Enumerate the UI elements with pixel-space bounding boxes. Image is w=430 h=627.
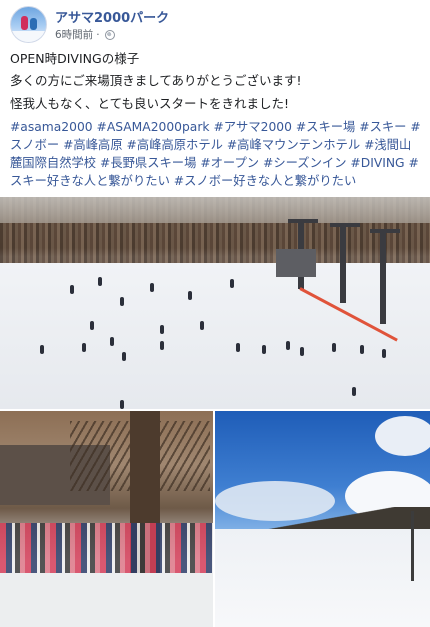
post-line-3: 怪我人もなく、とても良いスタートをきれました! xyxy=(10,96,290,111)
skier xyxy=(160,341,164,350)
hashtag-link[interactable]: #高峰高原ホテル xyxy=(127,138,223,152)
skier xyxy=(188,291,192,300)
skier xyxy=(90,321,94,330)
skier xyxy=(352,387,356,396)
skier xyxy=(300,347,304,356)
skier xyxy=(70,285,74,294)
skier xyxy=(120,297,124,306)
post-line-2: 多くの方にご来場頂きましてありがとうございます! xyxy=(10,73,302,88)
photo-blue-sky-slope[interactable] xyxy=(215,411,430,627)
hashtag-link[interactable]: #ASAMA2000park xyxy=(97,120,210,134)
hashtag-link[interactable]: #スキー場 xyxy=(296,120,356,134)
hashtag-link[interactable]: #高峰高原 xyxy=(63,138,123,152)
hashtag-link[interactable]: #長野県スキー場 xyxy=(100,156,196,170)
hashtag-link[interactable]: #シーズンイン xyxy=(263,156,346,170)
skier xyxy=(230,279,234,288)
skier xyxy=(236,343,240,352)
avatar-snow xyxy=(11,31,46,42)
hashtag-link[interactable]: #オープン xyxy=(200,156,259,170)
skier xyxy=(286,341,290,350)
lift-station xyxy=(276,249,316,277)
hashtag-link[interactable]: #asama2000 xyxy=(10,120,93,134)
photo-ski-slope[interactable] xyxy=(0,197,430,409)
skier xyxy=(332,343,336,352)
hashtag-list: #asama2000 #ASAMA2000park #アサマ2000 #スキー場… xyxy=(10,118,422,190)
lift-crossbar xyxy=(370,229,400,233)
separator-dot: · xyxy=(96,28,100,41)
photo-lodge-crowd[interactable] xyxy=(0,411,213,627)
skier xyxy=(160,325,164,334)
skier xyxy=(82,343,86,352)
avatar-figure-2 xyxy=(30,18,37,30)
page-avatar[interactable] xyxy=(10,6,47,43)
skier xyxy=(40,345,44,354)
lift-tower xyxy=(380,229,386,324)
lift-crossbar xyxy=(330,223,360,227)
skier xyxy=(200,321,204,330)
hashtag-link[interactable]: #スキー xyxy=(359,120,406,134)
avatar-figure-1 xyxy=(21,16,28,30)
post-meta: 6時間前 · xyxy=(55,27,115,42)
post-header: アサマ2000パーク 6時間前 · xyxy=(10,6,420,46)
hashtag-link[interactable]: #アサマ2000 xyxy=(213,120,292,134)
skier xyxy=(382,349,386,358)
facebook-post: アサマ2000パーク 6時間前 · OPEN時DIVINGの様子 多くの方にご来… xyxy=(0,0,430,627)
hashtag-link[interactable]: #高峰マウンテンホテル xyxy=(227,138,360,152)
post-line-1: OPEN時DIVINGの様子 xyxy=(10,51,140,66)
skier xyxy=(262,345,266,354)
globe-icon[interactable] xyxy=(104,29,115,40)
hashtag-link[interactable]: #スノボー好きな人と繋がりたい xyxy=(174,174,356,188)
photo-cloud xyxy=(375,416,430,456)
photo-crowd xyxy=(0,523,213,573)
skier xyxy=(120,400,124,409)
skier xyxy=(150,283,154,292)
post-timestamp[interactable]: 6時間前 xyxy=(55,27,93,42)
photo-snowfield xyxy=(215,529,430,627)
skier xyxy=(122,352,126,361)
page-name-link[interactable]: アサマ2000パーク xyxy=(55,7,169,26)
photo-snow-base xyxy=(0,573,213,627)
lift-tower xyxy=(411,511,414,581)
skier xyxy=(110,337,114,346)
skier xyxy=(360,345,364,354)
lift-tower xyxy=(340,223,346,303)
lift-crossbar xyxy=(288,219,318,223)
hashtag-link[interactable]: #DIVING xyxy=(350,156,404,170)
skier xyxy=(98,277,102,286)
